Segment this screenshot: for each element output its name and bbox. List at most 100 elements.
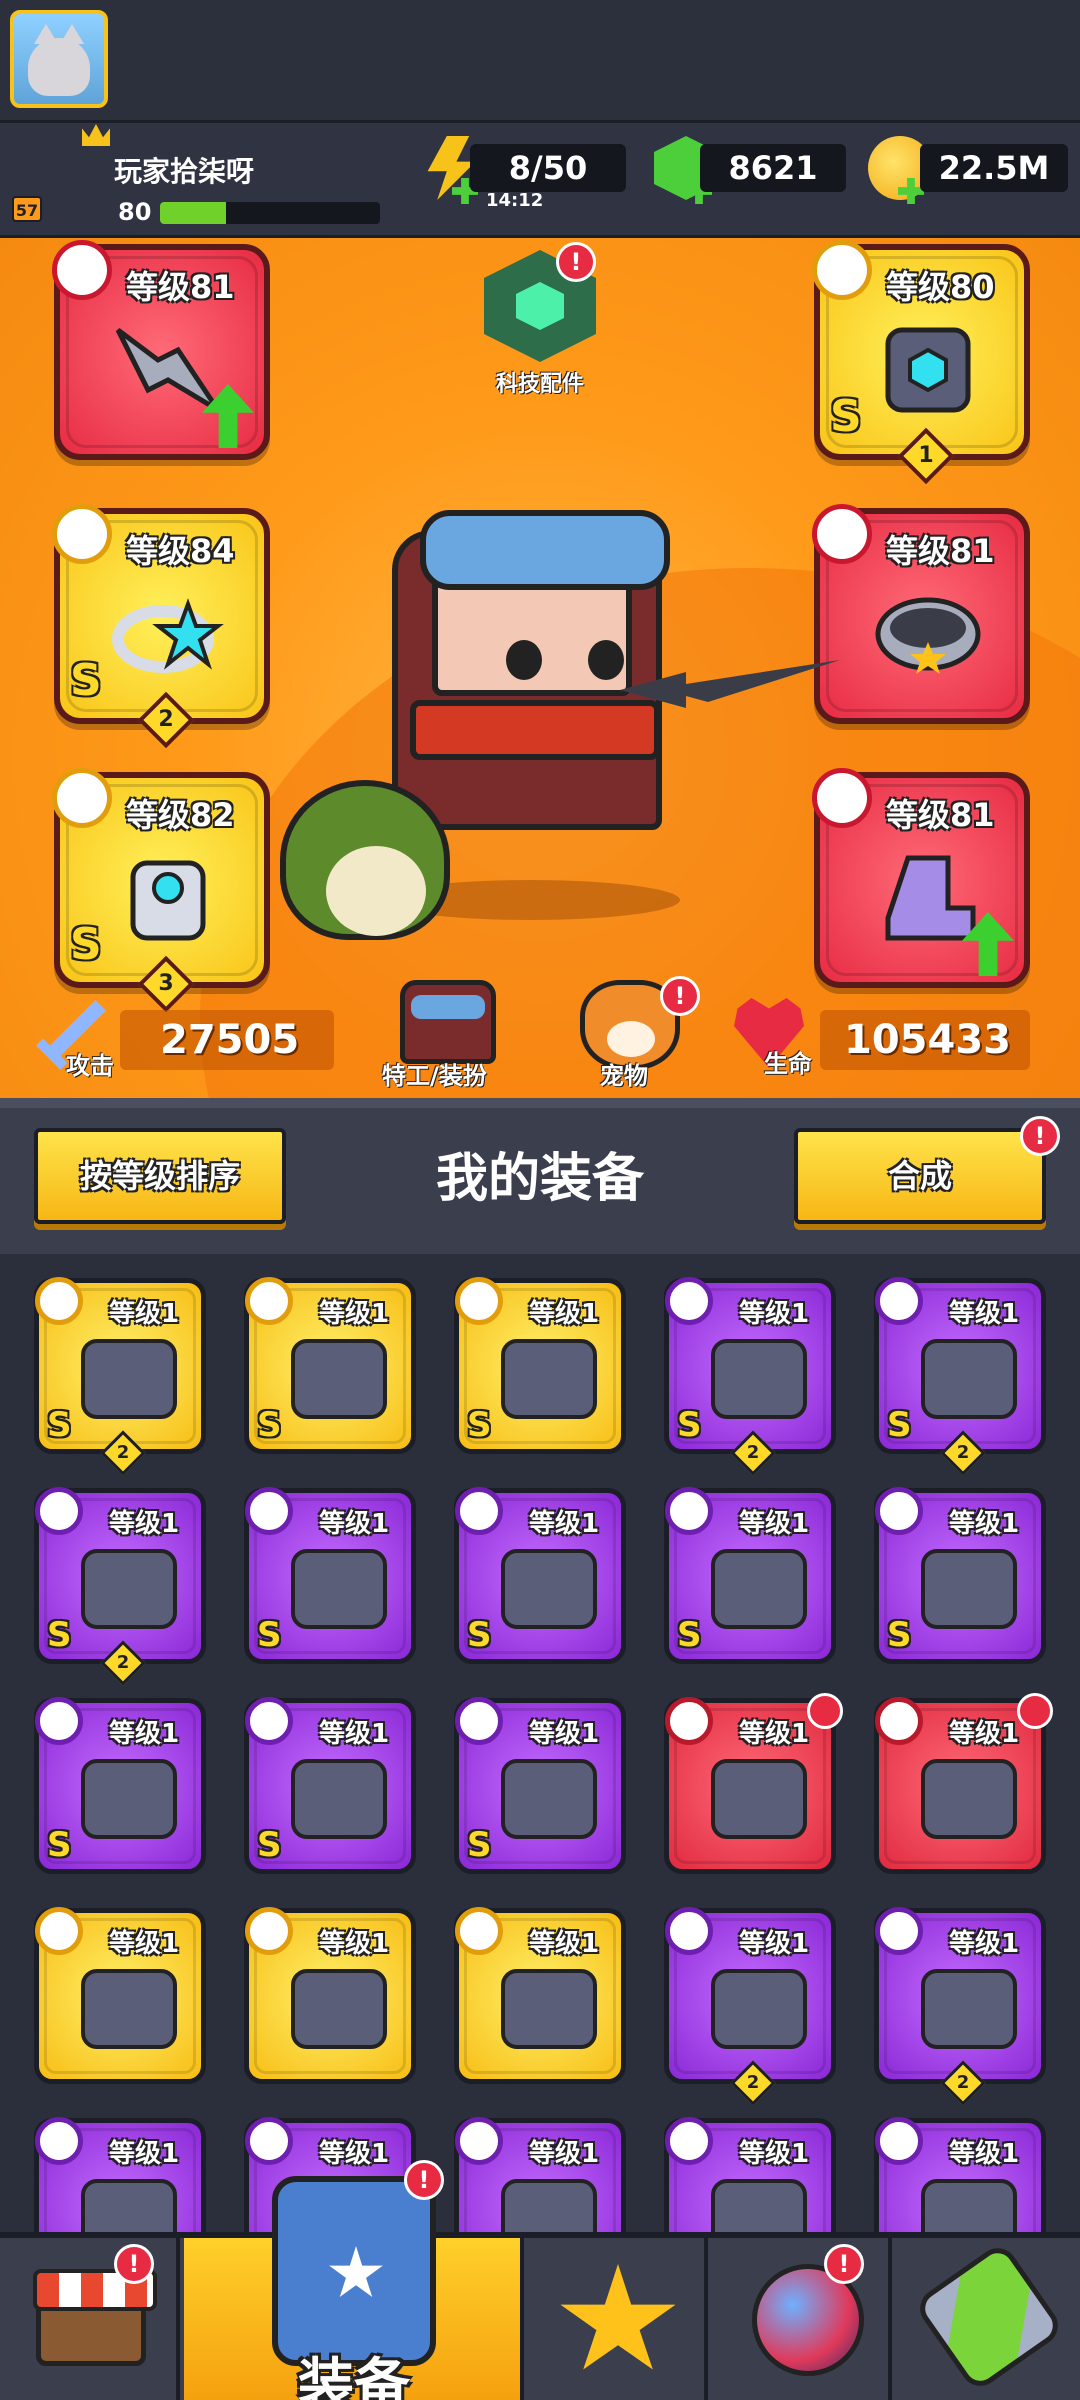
equipment-card[interactable]: 等级1 [34,2117,206,2234]
status-bar [0,0,1080,120]
slot-level: 等级81 [886,796,995,834]
character-goggles [420,510,670,590]
star-count-label: 3 [158,971,174,996]
equipment-art-icon [921,1969,1017,2049]
equipment-card[interactable]: 等级1 S 2 [874,1277,1046,1476]
character-scarf [410,700,660,760]
cat-avatar-image [28,24,90,96]
equipment-card[interactable]: 等级1 2 [664,1907,836,2106]
equipment-card[interactable]: 等级1 [454,2117,626,2234]
equipment-art-icon [501,2179,597,2234]
ring-slot[interactable]: 等级84 S 2 [52,504,270,749]
equipment-card[interactable]: 等级1 S [34,1697,206,1874]
slot-level: 等级84 [126,532,235,570]
equipment-card[interactable]: 等级1 S [454,1487,626,1664]
equipment-card[interactable]: 等级1 2 [874,1907,1046,2106]
card-level: 等级1 [319,1929,390,1959]
star-count-label: 1 [918,443,934,468]
card-level: 等级1 [739,1509,810,1539]
equipment-type-icon [875,1697,923,1745]
necklace-slot[interactable]: 等级81 [812,504,1030,724]
glove-type-icon [52,768,112,828]
sort-by-level-button[interactable]: 按等级排序 [34,1128,286,1224]
equipment-card[interactable]: 等级1 S [874,1487,1046,1664]
equipment-card[interactable]: 等级1 [874,2117,1046,2234]
star-count-label: 2 [956,2072,970,2093]
gauntlet-icon [130,860,206,941]
equipment-art-icon [291,1339,387,1419]
equipment-card[interactable]: 等级1 S [454,1277,626,1454]
glove-slot[interactable]: 等级82 S 3 [52,768,270,1013]
equipment-type-icon [665,1697,713,1745]
agent-costume-label[interactable]: 特工/装扮 [382,1056,487,1091]
agent-costume-icon[interactable] [400,980,496,1064]
alert-badge-icon: ! [660,976,700,1016]
rank-s: S [467,1825,492,1865]
tech-parts-label: 科技配件 [495,372,584,397]
coin-counter[interactable]: 22.5M [920,144,1068,192]
equipment-card[interactable]: 等级1 S 2 [664,1277,836,1476]
equipment-card[interactable]: 等级1 [664,1693,843,1874]
equipment-type-icon [35,2117,83,2165]
hp-label: 生命 [764,1050,812,1078]
equipment-card[interactable]: 等级1 S [244,1487,416,1664]
equipment-card[interactable]: 等级1 [244,1907,416,2084]
energy-counter[interactable]: 8/50 [470,144,626,192]
equipment-art-icon [81,1339,177,1419]
rank-s: S [257,1615,282,1655]
armor-slot[interactable]: 等级80 S 1 [812,240,1030,485]
card-level: 等级1 [319,2139,390,2169]
card-level: 等级1 [109,1719,180,1749]
equipment-art-icon [711,1339,807,1419]
equipment-card[interactable]: 等级1 [34,1907,206,2084]
equipment-card[interactable]: 等级1 [664,2117,836,2234]
card-level: 等级1 [319,1299,390,1329]
gem-counter[interactable]: 8621 [700,144,846,192]
player-name: 玩家拾柒呀 [114,155,255,188]
card-level: 等级1 [109,1509,180,1539]
equipment-card[interactable]: 等级1 [454,1907,626,2084]
equipment-art-icon [711,1549,807,1629]
equipment-card[interactable]: 等级1 S [244,1697,416,1874]
section-divider [0,1098,1080,1108]
player-avatar[interactable] [10,10,108,108]
rank-s: S [887,1615,912,1655]
rank-s: S [830,391,862,442]
equipment-art-icon [501,1549,597,1629]
ring-icon [112,598,224,673]
attack-value: 27505 [120,1010,334,1070]
equipment-art-icon [291,1969,387,2049]
equipment-type-icon [35,1907,83,1955]
equipment-type-icon [245,2117,293,2165]
equipment-card[interactable]: 等级1 S [664,1487,836,1664]
card-level: 等级1 [739,1299,810,1329]
equipment-type-icon [245,1277,293,1325]
boots-slot[interactable]: 等级81 [812,768,1030,988]
pet-label[interactable]: 宠物 [600,1056,648,1091]
collar-icon [875,597,981,674]
card-level: 等级1 [109,2139,180,2169]
rank-s: S [677,1405,702,1445]
card-level: 等级1 [319,1509,390,1539]
energy-timer: 14:12 [486,190,544,211]
slot-level: 等级81 [886,532,995,570]
star-count-label: 2 [746,2072,760,2093]
equipment-card[interactable]: 等级1 S [454,1697,626,1874]
equipment-card[interactable]: 等级1 [874,1693,1053,1874]
equipment-card[interactable]: 等级1 S [244,1277,416,1454]
equipment-art-icon [921,1549,1017,1629]
equipment-art-icon [711,1759,807,1839]
equipment-type-icon [875,2117,923,2165]
equipment-card[interactable]: 等级1 S 2 [34,1277,206,1476]
star-count-label: 2 [116,1652,130,1673]
equipment-art-icon [81,1969,177,2049]
slot-level: 等级81 [126,268,235,306]
card-level: 等级1 [739,2139,810,2169]
weapon-slot[interactable]: 等级81 [52,240,270,460]
new-badge-icon [807,1693,843,1729]
equipment-card[interactable]: 等级1 S 2 [34,1487,206,1686]
equipment-type-icon [245,1907,293,1955]
merge-button[interactable]: 合成 [794,1128,1046,1224]
character-eye [506,640,542,680]
ring-type-icon [52,504,112,564]
